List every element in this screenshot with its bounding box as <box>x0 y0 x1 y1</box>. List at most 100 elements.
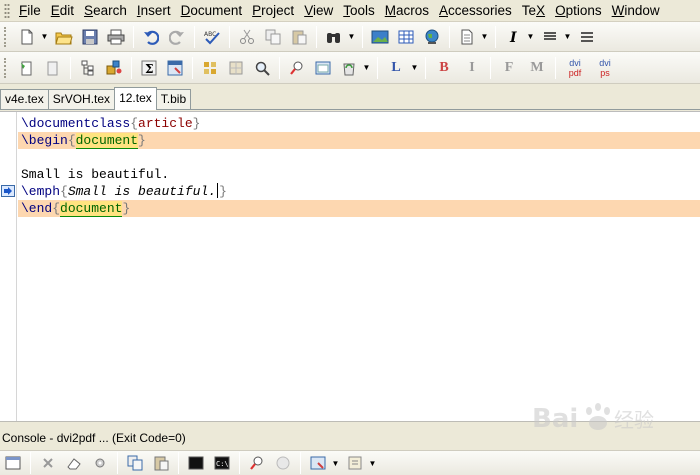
command-prompt-icon[interactable]: C:\ <box>211 452 233 474</box>
menu-macros[interactable]: Macros <box>385 3 436 18</box>
new-file-dropdown-icon[interactable]: ▼ <box>40 26 49 48</box>
insert-image-icon[interactable] <box>369 26 391 48</box>
blank-page-icon[interactable] <box>42 57 64 79</box>
menubar-grip[interactable] <box>4 2 10 19</box>
latex-dropdown-icon[interactable]: ▼ <box>410 57 419 79</box>
tab-12[interactable]: 12.tex <box>114 87 157 110</box>
document-icon[interactable] <box>456 26 478 48</box>
brace-open: { <box>60 184 68 199</box>
baidu-watermark-logo: Bai 经验 <box>532 403 654 434</box>
console-output-dropdown-icon[interactable]: ▼ <box>331 452 340 474</box>
stop-icon[interactable] <box>272 452 294 474</box>
spellcheck-icon[interactable]: ABC <box>201 26 223 48</box>
menu-accessories[interactable]: Accessories <box>439 3 519 18</box>
tab-srvoh[interactable]: SrVOH.tex <box>47 89 116 109</box>
italic-dropdown-icon[interactable]: ▼ <box>526 26 535 48</box>
paste-icon[interactable] <box>288 26 310 48</box>
latex-argument: article <box>138 116 193 131</box>
close-icon[interactable] <box>37 452 59 474</box>
console-output-icon[interactable] <box>307 452 329 474</box>
print-icon[interactable] <box>105 26 127 48</box>
new-file-icon[interactable] <box>16 26 38 48</box>
toolbar-separator <box>30 452 31 474</box>
new-template-icon[interactable] <box>16 57 38 79</box>
find-icon[interactable] <box>323 26 345 48</box>
recycle-output-icon[interactable] <box>338 57 360 79</box>
latex-compile-button[interactable]: L <box>385 57 407 79</box>
console-options-icon[interactable] <box>344 452 366 474</box>
brace-close: } <box>192 116 201 131</box>
latex-command: \end <box>21 201 53 216</box>
menu-project[interactable]: Project <box>252 3 301 18</box>
terminal-icon[interactable] <box>185 452 207 474</box>
clear-eraser-icon[interactable] <box>63 452 85 474</box>
menu-view[interactable]: View <box>304 3 340 18</box>
font-m-button[interactable]: M <box>526 57 548 79</box>
copy-icon[interactable] <box>262 26 284 48</box>
console-search-icon[interactable] <box>246 452 268 474</box>
editor-area[interactable]: \documentclass{article} \begin{document}… <box>0 111 700 421</box>
bibliography-icon[interactable] <box>199 57 221 79</box>
tab-tbib[interactable]: T.bib <box>155 89 192 109</box>
preview-window-icon[interactable] <box>312 57 334 79</box>
console-paste-icon[interactable] <box>150 452 172 474</box>
dvi-to-pdf-button[interactable]: dvi pdf <box>562 56 588 80</box>
menu-document[interactable]: Document <box>181 3 250 18</box>
project-tree-icon[interactable] <box>103 57 125 79</box>
settings-gear-icon[interactable] <box>89 452 111 474</box>
code-line-5[interactable]: \emph{Small is beautiful.} <box>21 183 700 200</box>
console-window-icon[interactable] <box>2 452 24 474</box>
environment-name: document <box>75 133 139 149</box>
dvi-to-ps-button[interactable]: dvi ps <box>592 56 618 80</box>
menu-search[interactable]: Search <box>84 3 134 18</box>
font-f-button[interactable]: F <box>498 57 520 79</box>
macro-grid-icon[interactable] <box>225 57 247 79</box>
align-dropdown-icon[interactable]: ▼ <box>563 26 572 48</box>
code-line-1[interactable]: \documentclass{article} <box>21 115 700 132</box>
output-dropdown-icon[interactable]: ▼ <box>362 57 371 79</box>
menu-tex[interactable]: TeX <box>522 3 552 18</box>
list-icon[interactable] <box>576 26 598 48</box>
code-line-6[interactable]: \end{document} <box>18 200 700 217</box>
code-line-2[interactable]: \begin{document} <box>18 132 700 149</box>
editor-gutter[interactable] <box>0 112 17 421</box>
search-magnifier-icon[interactable] <box>251 57 273 79</box>
brace-open: { <box>130 116 139 131</box>
dvipdf-bottom-label: pdf <box>568 67 582 78</box>
save-icon[interactable] <box>79 26 101 48</box>
bold-button[interactable]: B <box>433 57 455 79</box>
menu-edit[interactable]: Edit <box>51 3 81 18</box>
insert-table-icon[interactable] <box>395 26 417 48</box>
find-dropdown-icon[interactable]: ▼ <box>347 26 356 48</box>
structure-tree-icon[interactable] <box>77 57 99 79</box>
latex-toolbar: Σ ▼ L ▼ B I F M dvi pdf dvi ps <box>0 52 700 84</box>
toolbar-separator <box>555 56 556 79</box>
italic-button[interactable]: I <box>461 57 483 79</box>
italic-slash-icon[interactable]: I <box>502 26 524 48</box>
redo-icon[interactable] <box>166 26 188 48</box>
toolbar-separator <box>279 56 280 79</box>
document-dropdown-icon[interactable]: ▼ <box>480 26 489 48</box>
toolbar-grip[interactable] <box>4 57 8 78</box>
environment-name: document <box>60 201 123 217</box>
open-folder-icon[interactable] <box>53 26 75 48</box>
menu-window[interactable]: Window <box>612 3 667 18</box>
web-globe-icon[interactable] <box>421 26 443 48</box>
menu-insert[interactable]: Insert <box>137 3 178 18</box>
toolbar-grip[interactable] <box>4 26 8 47</box>
align-icon[interactable] <box>539 26 561 48</box>
forward-search-icon[interactable] <box>286 57 308 79</box>
console-copy-icon[interactable] <box>124 452 146 474</box>
cut-icon[interactable] <box>236 26 258 48</box>
console-options-dropdown-icon[interactable]: ▼ <box>368 452 377 474</box>
sum-symbol-icon[interactable]: Σ <box>138 57 160 79</box>
toolbar-separator <box>316 25 317 48</box>
menu-options[interactable]: Options <box>555 3 609 18</box>
code-line-4[interactable]: Small is beautiful. <box>21 166 700 183</box>
menu-file[interactable]: File <box>19 3 48 18</box>
brace-open: { <box>67 133 76 148</box>
tab-v4e[interactable]: v4e.tex <box>0 89 49 109</box>
math-window-icon[interactable] <box>164 57 186 79</box>
menu-tools[interactable]: Tools <box>343 3 382 18</box>
undo-icon[interactable] <box>140 26 162 48</box>
